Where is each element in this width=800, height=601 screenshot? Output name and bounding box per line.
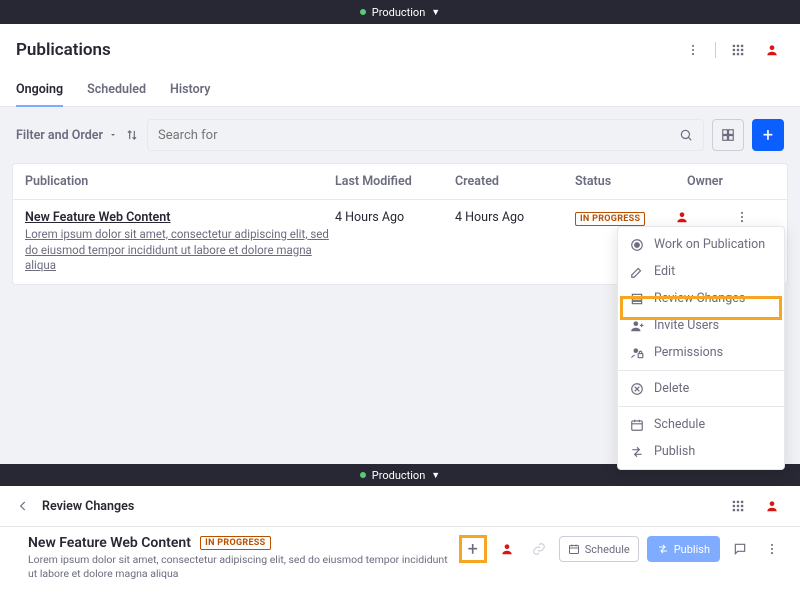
- review-header: Review Changes: [0, 486, 800, 527]
- toolbar: Filter and Order +: [0, 107, 800, 163]
- row-actions-kebab[interactable]: [735, 210, 755, 224]
- actions-menu: Work on Publication Edit Review Changes …: [617, 226, 785, 470]
- search-input[interactable]: [158, 128, 679, 143]
- divider: [715, 42, 716, 58]
- detail-title: New Feature Web Content: [28, 535, 191, 551]
- status-dot: [360, 9, 366, 15]
- detail-description: Lorem ipsum dolor sit amet, consectetur …: [28, 553, 451, 581]
- apps-icon-lower[interactable]: [726, 494, 750, 518]
- user-icon-lower[interactable]: [760, 494, 784, 518]
- publish-button[interactable]: Publish: [647, 536, 720, 562]
- menu-permissions[interactable]: Permissions: [618, 339, 784, 366]
- search-box[interactable]: [147, 119, 704, 151]
- owner-icon: [675, 210, 735, 224]
- detail-row: New Feature Web Content IN PROGRESS Lore…: [0, 527, 800, 601]
- sort-icon[interactable]: [125, 128, 139, 142]
- col-header-last-modified: Last Modified: [335, 174, 455, 189]
- tab-history[interactable]: History: [170, 74, 210, 106]
- tab-ongoing[interactable]: Ongoing: [16, 74, 63, 107]
- menu-publish[interactable]: Publish: [618, 438, 784, 465]
- row-created: 4 Hours Ago: [455, 210, 575, 225]
- status-badge: IN PROGRESS: [575, 212, 645, 226]
- tabs: Ongoing Scheduled History: [16, 74, 784, 106]
- menu-delete[interactable]: Delete: [618, 375, 784, 402]
- review-title: Review Changes: [42, 499, 134, 514]
- caret-down-icon: ▼: [431, 470, 440, 481]
- apps-icon[interactable]: [726, 38, 750, 62]
- add-button[interactable]: +: [752, 119, 784, 151]
- menu-work-on-publication[interactable]: Work on Publication: [618, 231, 784, 258]
- col-header-created: Created: [455, 174, 575, 189]
- detail-status-badge: IN PROGRESS: [200, 536, 270, 550]
- search-icon: [679, 128, 693, 142]
- row-last-modified: 4 Hours Ago: [335, 210, 455, 225]
- row-description: Lorem ipsum dolor sit amet, consectetur …: [25, 227, 335, 274]
- kebab-icon-detail[interactable]: [760, 537, 784, 561]
- menu-schedule[interactable]: Schedule: [618, 411, 784, 438]
- menu-review-changes[interactable]: Review Changes: [618, 285, 784, 312]
- tab-scheduled[interactable]: Scheduled: [87, 74, 146, 106]
- production-label-lower: Production: [372, 469, 425, 482]
- menu-invite-users[interactable]: Invite Users: [618, 312, 784, 339]
- filter-order-label: Filter and Order: [16, 128, 103, 143]
- production-label: Production: [372, 6, 425, 19]
- add-user-highlight-button[interactable]: +: [459, 535, 487, 563]
- schedule-button[interactable]: Schedule: [559, 536, 639, 562]
- col-header-status: Status: [575, 174, 675, 189]
- kebab-icon[interactable]: [681, 38, 705, 62]
- view-grid-icon[interactable]: [712, 119, 744, 151]
- link-icon[interactable]: [527, 537, 551, 561]
- production-bar[interactable]: Production ▼: [0, 0, 800, 24]
- owner-icon-detail: [495, 537, 519, 561]
- col-header-publication: Publication: [25, 174, 335, 189]
- filter-order-button[interactable]: Filter and Order: [16, 128, 117, 143]
- caret-down-icon: ▼: [431, 7, 440, 18]
- col-header-owner: Owner: [675, 174, 735, 189]
- status-dot: [360, 472, 366, 478]
- back-icon[interactable]: [16, 499, 30, 513]
- page-title: Publications: [16, 40, 111, 60]
- row-title[interactable]: New Feature Web Content: [25, 210, 335, 225]
- comment-icon[interactable]: [728, 537, 752, 561]
- page-header: Publications Ongoing Scheduled History: [0, 24, 800, 107]
- menu-edit[interactable]: Edit: [618, 258, 784, 285]
- user-icon[interactable]: [760, 38, 784, 62]
